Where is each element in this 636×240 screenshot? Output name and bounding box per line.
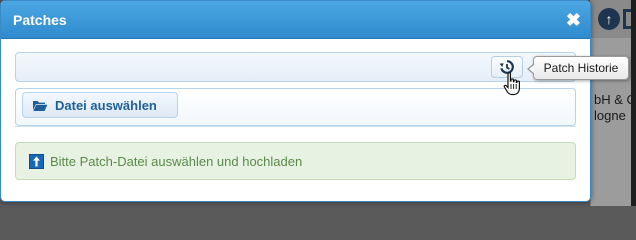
dialog-body: Datei auswählen Bitte Patch-Datei auswäh…	[1, 39, 590, 180]
select-file-button[interactable]: Datei auswählen	[22, 92, 178, 118]
upload-info-text: Bitte Patch-Datei auswählen und hochlade…	[50, 153, 303, 169]
window-edge	[631, 0, 636, 206]
upload-icon	[29, 153, 44, 169]
upload-info-alert: Bitte Patch-Datei auswählen und hochlade…	[15, 142, 576, 180]
folder-open-icon	[32, 99, 48, 112]
close-icon[interactable]: ✖	[566, 11, 581, 29]
background-app: ↑ bH & C logne	[590, 0, 636, 206]
patch-toolbar	[15, 52, 576, 82]
file-select-row: Datei auswählen	[15, 88, 576, 127]
patches-dialog: Patches ✖ Datei auswählen Bitte Patch-Da…	[0, 0, 591, 202]
dialog-titlebar: Patches ✖	[1, 1, 590, 39]
dialog-title: Patches	[13, 11, 67, 28]
patch-history-tooltip: Patch Historie	[527, 56, 629, 80]
hand-cursor-icon	[503, 72, 520, 96]
background-text: logne	[594, 108, 626, 123]
background-text: bH & C	[594, 92, 636, 107]
select-file-label: Datei auswählen	[55, 97, 157, 113]
arrow-up-circle-icon: ↑	[598, 8, 620, 30]
